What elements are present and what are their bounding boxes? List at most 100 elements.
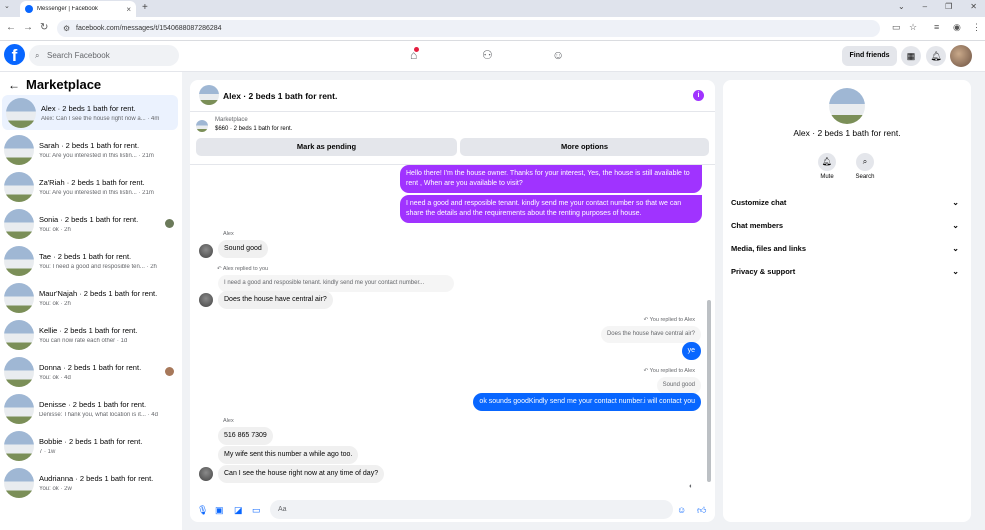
listing-thumbnail [4,467,34,498]
facebook-top-bar: f ⌕ Search Facebook ⌂ ⚇ ☺ Find friends ▦… [0,41,985,72]
site-info-icon[interactable]: ⚙ [63,20,70,37]
search-placeholder: Search Facebook [47,51,110,60]
read-receipt-avatar [165,367,174,376]
conversation-item[interactable]: Kellie · 2 beds 1 bath for rent. You can … [0,317,180,352]
conversation-preview: You: ok · 2h [39,226,71,233]
microphone-icon[interactable]: 🎙︎ [197,505,208,516]
dropdown-icon[interactable]: ⌄ [898,2,905,11]
input-placeholder: Aa [278,506,287,513]
bell-mute-icon: 🔔︎ [818,153,836,171]
conversation-preview: You: Are you interested in this listin..… [39,152,154,159]
chat-members-item[interactable]: Chat members ⌄ [731,216,963,236]
conversation-name: Bobbie · 2 beds 1 bath for rent. [39,436,143,446]
message-input[interactable]: Aa [270,500,673,519]
info-icon[interactable]: i [693,90,704,101]
search-facebook-input[interactable]: ⌕ Search Facebook [29,45,179,66]
conversation-item[interactable]: Denisse · 2 beds 1 bath for rent. Denisse… [0,391,180,426]
sender-label: Alex [223,418,234,424]
chevron-down-icon: ⌄ [952,267,959,276]
home-icon[interactable]: ⌂ [410,47,420,62]
outgoing-message: ye [681,342,701,360]
alex-avatar[interactable] [199,244,213,258]
marketplace-sidebar: ← Marketplace Alex · 2 beds 1 bath for r… [0,72,182,530]
conversation-item[interactable]: Tae · 2 beds 1 bath for rent. You: I need… [0,243,180,278]
bell-icon[interactable]: 🔔︎ [926,46,946,66]
conversation-name: Denisse · 2 beds 1 bath for rent. [39,399,147,409]
conversation-item[interactable]: Bobbie · 2 beds 1 bath for rent. 7 · 1w [0,428,180,463]
conversation-item[interactable]: Donna · 2 beds 1 bath for rent. You: ok ·… [0,354,180,389]
privacy-support-item[interactable]: Privacy & support ⌄ [731,262,963,282]
reply-indicator-text: You replied to Alex [649,368,695,374]
chevron-down-icon: ⌄ [952,198,959,207]
message-thread: Hello there! I'm the house owner. Thanks… [190,164,715,496]
item-label: Chat members [731,221,784,230]
alex-avatar[interactable] [199,467,213,481]
back-icon[interactable]: ← [6,22,16,33]
customize-chat-item[interactable]: Customize chat ⌄ [731,193,963,213]
minimize-icon[interactable]: – [923,2,927,11]
conversation-preview: You: Are you interested in this listin..… [39,189,154,196]
search-conversation-button[interactable]: ⌕ Search [845,153,885,180]
incoming-message: Does the house have central air? [218,291,333,309]
sticker-icon[interactable]: ◪ [234,505,243,516]
conversation-item[interactable]: Sarah · 2 beds 1 bath for rent. You: Are … [0,132,180,167]
photo-icon[interactable]: ▣ [215,505,224,516]
conversation-preview: Denisse: Thank you, what location is it.… [39,411,158,418]
conversation-item[interactable]: Maur'Najah · 2 beds 1 bath for rent. You:… [0,280,180,315]
reload-icon[interactable]: ↻ [40,22,48,33]
conversation-item[interactable]: Alex · 2 beds 1 bath for rent. Alex: Can … [2,95,178,130]
listing-thumbnail [4,430,34,461]
menu-grid-icon[interactable]: ▦ [901,46,921,66]
incoming-message: Can I see the house right now at any tim… [218,465,385,483]
listing-thumbnail [4,171,34,202]
account-avatar[interactable] [950,45,972,67]
listing-large-thumbnail[interactable] [829,88,865,124]
sender-label: Alex [223,231,234,237]
outgoing-message: Hello there! I'm the house owner. Thanks… [400,165,702,193]
chat-title[interactable]: Alex · 2 beds 1 bath for rent. [223,91,337,101]
conversation-item[interactable]: Za'Riah · 2 beds 1 bath for rent. You: Ar… [0,169,180,204]
listing-thumbnail [6,97,36,128]
profile-icon[interactable]: ◉ [953,22,961,33]
search-label: Search [855,174,875,180]
reply-indicator: ↶ Alex replied to you [217,266,268,272]
item-label: Privacy & support [731,267,796,276]
facebook-logo-icon[interactable]: f [4,44,25,65]
more-options-button[interactable]: More options [460,138,709,156]
chat-listing-thumbnail[interactable] [199,85,219,105]
conversation-item[interactable]: Sonia · 2 beds 1 bath for rent. You: ok ·… [0,206,180,241]
thumbs-up-icon[interactable]: 👍︎ [697,505,706,516]
browser-tab[interactable]: Messenger | Facebook × [20,1,136,17]
cast-icon[interactable]: ▭ [892,22,901,33]
media-icon[interactable]: ≡ [934,22,939,32]
alex-avatar[interactable] [199,293,213,307]
conversation-name: Maur'Najah · 2 beds 1 bath for rent. [39,288,158,298]
address-bar-row: ← → ↻ ⚙ facebook.com/messages/t/15406880… [0,17,985,41]
media-files-links-item[interactable]: Media, files and links ⌄ [731,239,963,259]
conversation-name: Audrianna · 2 beds 1 bath for rent. [39,473,154,483]
new-tab-icon[interactable]: + [142,2,148,13]
close-tab-icon[interactable]: × [126,5,131,14]
restore-icon[interactable]: ❐ [945,2,952,11]
emoji-icon[interactable]: ☺ [677,505,686,515]
conversation-item[interactable]: Audrianna · 2 beds 1 bath for rent. You: … [0,465,180,500]
conversation-preview: You: ok · 2w [39,485,72,492]
chat-scrollbar[interactable] [707,300,711,482]
forward-icon[interactable]: → [23,22,33,33]
friends-icon[interactable]: ⚇ [482,48,493,62]
close-window-icon[interactable]: ✕ [970,2,977,11]
conversation-preview: You can now rate each other · 1d [39,337,128,344]
back-arrow-icon[interactable]: ← [8,78,20,92]
groups-icon[interactable]: ☺ [552,48,564,62]
mute-label: Mute [820,174,834,180]
find-friends-button[interactable]: Find friends [842,46,897,66]
mute-button[interactable]: 🔔︎ Mute [807,153,847,180]
mark-as-pending-button[interactable]: Mark as pending [196,138,457,156]
gif-icon[interactable]: ▭ [252,505,261,516]
bookmark-star-icon[interactable]: ☆ [909,22,917,33]
url-field[interactable]: ⚙ facebook.com/messages/t/15406880872862… [57,20,880,37]
menu-icon[interactable]: ⋮ [972,22,981,33]
tab-search-icon[interactable]: ⌄ [4,2,10,10]
listing-price-title: $660 · 2 beds 1 bath for rent. [215,126,293,132]
listing-thumbnail [4,245,34,276]
